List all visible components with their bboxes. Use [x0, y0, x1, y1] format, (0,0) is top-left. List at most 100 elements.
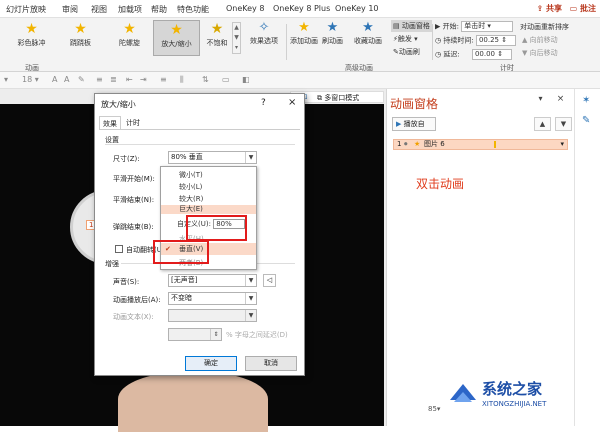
tab-onekey10[interactable]: OneKey 10	[335, 4, 379, 13]
chevron-down-icon[interactable]: ▾	[560, 140, 564, 149]
animation-pane-button[interactable]: ▤ 动画窗格	[391, 20, 432, 32]
letter-delay-field: ⇕	[168, 328, 222, 341]
tab-view[interactable]: 视图	[91, 4, 107, 15]
format-pane-icon[interactable]: ✎	[582, 115, 590, 126]
move-up-icon[interactable]: ▲	[534, 117, 551, 131]
animations-ribbon: ★ 彩色脉冲 ★ 跷跷板 ★ 陀螺旋 ★ 放大/缩小 ★ 不饱和 ▲ ▼ ▾ ✧ 效果选项 ★ 添…	[0, 18, 600, 72]
auto-reverse-checkbox[interactable]	[115, 245, 123, 253]
watermark-logo-icon	[450, 384, 476, 402]
animation-painter-button[interactable]: ★ 刷动画	[322, 20, 343, 46]
play-from-label: 播放自	[403, 120, 425, 128]
duration-field[interactable]: 00.25 ⇕	[475, 35, 516, 46]
multi-window-button[interactable]: ⧉ 多窗口模式	[317, 93, 359, 103]
ribbon-separator	[432, 24, 433, 60]
tab-featured[interactable]: 特色功能	[177, 4, 209, 15]
cancel-button[interactable]: 取消	[245, 356, 297, 371]
collect-animation-button[interactable]: ★ 收藏动画	[354, 20, 382, 46]
trigger-button[interactable]: ⚡触发 ▾	[393, 34, 418, 44]
outdent-icon[interactable]: ⇥	[140, 75, 147, 84]
menu-item-huge[interactable]: 巨大(E)	[161, 205, 256, 214]
add-animation-button[interactable]: ★ 添加动画	[290, 20, 318, 46]
painter-icon: ★	[326, 20, 339, 35]
pane-close-icon[interactable]: ×	[552, 93, 569, 107]
animation-spin[interactable]: ★ 陀螺旋	[106, 20, 153, 56]
animation-grow-shrink[interactable]: ★ 放大/缩小	[153, 20, 200, 56]
align-icon[interactable]: ≡	[160, 75, 167, 84]
move-earlier-button[interactable]: ▲ 向前移动	[522, 35, 558, 45]
format-toolbar: ▾ 18 ▾ A A ✎ ≡ ≣ ⇤ ⇥ ≡ ⫼ ⇅ ▭ ◧	[0, 72, 600, 89]
bullets-icon[interactable]: ≡	[96, 75, 103, 84]
animation-pane-icon: ▤	[393, 22, 402, 30]
multi-window-label: 多窗口模式	[324, 94, 360, 102]
letter-delay-label: % 字母之间延迟(D)	[226, 331, 288, 339]
after-anim-label: 动画播放后(A):	[113, 296, 161, 304]
menu-item-smaller[interactable]: 较小(L)	[161, 181, 256, 193]
zoom-control[interactable]: 85▾	[428, 405, 440, 413]
menu-item-tiny[interactable]: 微小(T)	[161, 169, 256, 181]
gallery-scroll[interactable]: ▲ ▼ ▾	[232, 22, 241, 54]
animation-desaturate[interactable]: ★ 不饱和	[202, 20, 232, 56]
animation-list-item[interactable]: 1 ⏺ ★ 图片 6 ▾	[393, 139, 568, 150]
divider	[105, 144, 295, 145]
move-later-label: 向后移动	[529, 49, 558, 57]
effect-options-icon: ✧	[258, 20, 270, 35]
menu-item-larger[interactable]: 较大(R)	[161, 193, 256, 205]
font-size-select[interactable]: 18 ▾	[22, 75, 39, 84]
anim-brush-button[interactable]: ✎动画刷	[393, 47, 420, 57]
text-direction-icon[interactable]: ⇅	[202, 75, 209, 84]
animation-color-pulse[interactable]: ★ 彩色脉冲	[8, 20, 55, 56]
speaker-icon[interactable]: ◁	[263, 274, 276, 287]
move-down-icon[interactable]: ▼	[555, 117, 572, 131]
delay-label: 延迟:	[443, 50, 460, 59]
start-label: 开始:	[442, 22, 459, 31]
star-icon: ★	[74, 21, 87, 37]
tab-help[interactable]: 帮助	[151, 4, 167, 15]
move-later-button[interactable]: ▼ 向后移动	[522, 48, 558, 58]
share-icon: ⇪	[536, 4, 546, 13]
clear-format-icon[interactable]: ✎	[78, 75, 85, 84]
size-label: 尺寸(Z):	[113, 155, 140, 163]
after-anim-select[interactable]: 不变暗 ▼	[168, 292, 257, 305]
animation-label: 彩色脉冲	[17, 39, 46, 47]
tab-onekey8plus[interactable]: OneKey 8 Plus	[273, 4, 330, 13]
font-name-select[interactable]: ▾	[4, 75, 8, 84]
numbering-icon[interactable]: ≣	[110, 75, 117, 84]
help-icon[interactable]: ?	[261, 98, 266, 108]
watermark-url: XITONGZHIJIA.NET	[482, 400, 547, 408]
play-from-button[interactable]: ▶ 播放自	[392, 117, 436, 131]
tab-addins[interactable]: 加载项	[118, 4, 142, 15]
watermark-name: 系统之家	[482, 380, 543, 398]
share-button[interactable]: ⇪ 共享	[537, 3, 563, 14]
ok-button[interactable]: 确定	[185, 356, 237, 371]
tab-effect[interactable]: 效果	[99, 116, 121, 129]
pane-options-icon[interactable]: ▾	[532, 93, 549, 107]
animation-teeter[interactable]: ★ 跷跷板	[57, 20, 104, 56]
tab-review[interactable]: 审阅	[62, 4, 78, 15]
shapes-icon[interactable]: ▭	[222, 75, 230, 84]
animation-icon[interactable]: ✶	[582, 95, 590, 106]
after-anim-value: 不变暗	[171, 294, 192, 302]
play-icon: ▶	[435, 22, 443, 31]
close-icon[interactable]: ×	[288, 97, 296, 108]
columns-icon[interactable]: ⫼	[180, 75, 184, 85]
sound-select[interactable]: [无声音] ▼	[168, 274, 257, 287]
size-select[interactable]: 80% 垂直 ▼	[168, 151, 257, 164]
comment-button[interactable]: ▭ 批注	[570, 3, 596, 14]
effect-options-button[interactable]: ✧ 效果选项	[250, 20, 278, 46]
tab-onekey8[interactable]: OneKey 8	[226, 4, 264, 13]
chevron-down-icon: ▼	[245, 293, 256, 304]
ribbon-separator	[286, 24, 287, 60]
start-select[interactable]: 单击时 ▾	[461, 21, 514, 32]
delay-field[interactable]: 00.00 ⇕	[471, 49, 512, 60]
arrow-down-icon: ▼	[522, 49, 530, 57]
watermark: 系统之家 XITONGZHIJIA.NET	[446, 372, 596, 422]
font-size-value: 18	[22, 75, 33, 84]
enhance-heading: 增强	[105, 260, 119, 268]
arrange-icon[interactable]: ◧	[242, 75, 250, 84]
collect-animation-label: 收藏动画	[354, 37, 382, 45]
font-shrink-icon[interactable]: A	[64, 75, 69, 84]
tab-slideshow[interactable]: 幻灯片放映	[6, 4, 46, 15]
tab-timing[interactable]: 计时	[123, 116, 145, 129]
font-grow-icon[interactable]: A	[52, 75, 57, 84]
indent-icon[interactable]: ⇤	[126, 75, 133, 84]
